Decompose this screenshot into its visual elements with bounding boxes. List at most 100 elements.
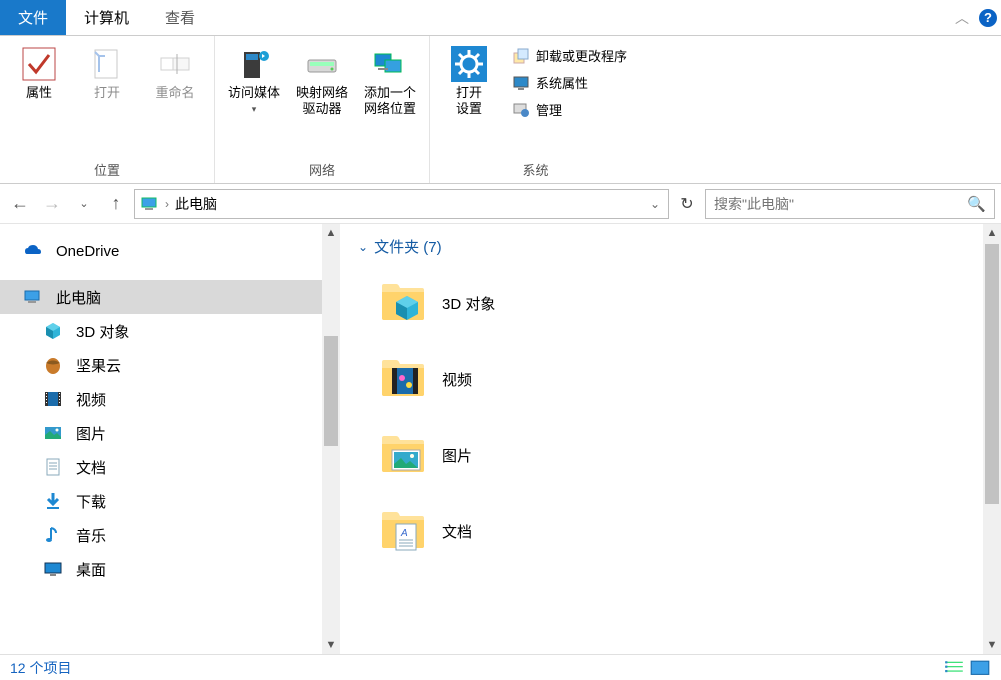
back-button[interactable]: ← xyxy=(6,190,34,218)
folder-item-cube[interactable]: 3D 对象 xyxy=(358,265,983,341)
scroll-up-icon[interactable]: ▲ xyxy=(983,224,1001,242)
folder-item-document[interactable]: A文档 xyxy=(358,493,983,569)
rename-button: 重命名 xyxy=(144,42,206,101)
folder-icon: A xyxy=(378,506,428,556)
navigation-tree: OneDrive 此电脑 3D 对象坚果云视频图片文档下载音乐桌面 ▲ ▼ xyxy=(0,224,340,654)
ribbon: 属性 打开 重命名 位置 访问媒体 xyxy=(0,36,1001,184)
item-count: 12 个项目 xyxy=(10,658,71,678)
tree-item-label: 音乐 xyxy=(76,525,106,546)
refresh-button[interactable]: ↻ xyxy=(673,190,701,218)
access-media-button[interactable]: 访问媒体 ▾ xyxy=(223,42,285,115)
tree-item-label: 图片 xyxy=(76,423,106,444)
manage-icon xyxy=(512,101,530,119)
document-icon xyxy=(42,456,64,478)
gear-icon xyxy=(451,46,487,82)
drive-icon xyxy=(304,46,340,82)
properties-button[interactable]: 属性 xyxy=(8,42,70,101)
scroll-up-icon[interactable]: ▲ xyxy=(322,224,340,242)
tree-item-download[interactable]: 下载 xyxy=(0,484,340,518)
scroll-down-icon[interactable]: ▼ xyxy=(322,636,340,654)
tab-view[interactable]: 查看 xyxy=(147,0,213,35)
up-button[interactable]: ↑ xyxy=(102,190,130,218)
navigation-bar: ← → ⌄ ↑ › 此电脑 ⌄ ↻ 🔍 xyxy=(0,184,1001,224)
add-network-location-button[interactable]: 添加一个 网络位置 xyxy=(359,42,421,118)
map-drive-button[interactable]: 映射网络 驱动器 xyxy=(291,42,353,118)
folder-item-picture[interactable]: 图片 xyxy=(358,417,983,493)
system-properties-button[interactable]: 系统属性 xyxy=(512,73,627,92)
chevron-right-icon[interactable]: › xyxy=(165,197,169,211)
tab-computer[interactable]: 计算机 xyxy=(66,0,147,35)
tree-item-onedrive[interactable]: OneDrive xyxy=(0,234,340,268)
large-icons-view-icon[interactable] xyxy=(969,659,991,677)
address-dropdown-icon[interactable]: ⌄ xyxy=(650,197,660,211)
collapse-ribbon-icon[interactable]: ︿ xyxy=(955,8,969,28)
tree-item-document[interactable]: 文档 xyxy=(0,450,340,484)
search-box[interactable]: 🔍 xyxy=(705,189,995,219)
group-label: 系统 xyxy=(523,160,549,179)
menu-tabs: 文件 计算机 查看 ︿ ? xyxy=(0,0,1001,36)
manage-button[interactable]: 管理 xyxy=(512,100,627,119)
open-icon xyxy=(89,46,125,82)
tree-item-label: 此电脑 xyxy=(56,287,101,308)
group-label: 网络 xyxy=(309,160,335,179)
ribbon-group-network: 访问媒体 ▾ 映射网络 驱动器 添加一个 网络位置 网络 xyxy=(215,36,430,183)
onedrive-icon xyxy=(22,240,44,262)
help-icon[interactable]: ? xyxy=(979,9,997,27)
folder-icon xyxy=(378,278,428,328)
ribbon-group-system: 打开 设置 卸载或更改程序 系统属性 xyxy=(430,36,641,183)
tree-item-label: 桌面 xyxy=(76,559,106,580)
tree-item-label: 文档 xyxy=(76,457,106,478)
tree-item-music[interactable]: 音乐 xyxy=(0,518,340,552)
dropdown-icon: ▾ xyxy=(252,104,257,115)
details-view-icon[interactable] xyxy=(943,659,965,677)
pc-icon xyxy=(22,286,44,308)
open-settings-button[interactable]: 打开 设置 xyxy=(438,42,500,118)
address-bar[interactable]: › 此电脑 ⌄ xyxy=(134,189,669,219)
search-icon: 🔍 xyxy=(967,195,986,213)
content-pane: ⌄ 文件夹 (7) 3D 对象视频图片A文档 ▲ ▼ xyxy=(340,224,1001,654)
folder-icon xyxy=(378,354,428,404)
open-button: 打开 xyxy=(76,42,138,101)
desktop-icon xyxy=(42,558,64,580)
scroll-down-icon[interactable]: ▼ xyxy=(983,636,1001,654)
tree-item-video[interactable]: 视频 xyxy=(0,382,340,416)
rename-icon xyxy=(157,46,193,82)
content-scrollbar[interactable]: ▲ ▼ xyxy=(983,224,1001,654)
music-icon xyxy=(42,524,64,546)
tree-item-label: 3D 对象 xyxy=(76,321,129,342)
status-bar: 12 个项目 xyxy=(0,654,1001,680)
uninstall-icon xyxy=(512,47,530,65)
cube-icon xyxy=(42,320,64,342)
tree-item-cube[interactable]: 3D 对象 xyxy=(0,314,340,348)
tree-item-nut[interactable]: 坚果云 xyxy=(0,348,340,382)
tab-file[interactable]: 文件 xyxy=(0,0,66,35)
nut-icon xyxy=(42,354,64,376)
video-icon xyxy=(42,388,64,410)
search-input[interactable] xyxy=(714,196,967,212)
chevron-down-icon: ⌄ xyxy=(358,240,368,254)
folder-label: 视频 xyxy=(442,369,472,390)
tree-item-label: OneDrive xyxy=(56,243,119,260)
svg-text:A: A xyxy=(400,528,408,539)
picture-icon xyxy=(42,422,64,444)
uninstall-programs-button[interactable]: 卸载或更改程序 xyxy=(512,46,627,65)
folder-label: 3D 对象 xyxy=(442,293,495,314)
monitor-icon xyxy=(512,74,530,92)
folder-item-video[interactable]: 视频 xyxy=(358,341,983,417)
address-text: 此电脑 xyxy=(175,194,644,214)
main-area: OneDrive 此电脑 3D 对象坚果云视频图片文档下载音乐桌面 ▲ ▼ ⌄ 文件… xyxy=(0,224,1001,654)
group-label: 位置 xyxy=(94,160,120,179)
folders-group-header[interactable]: ⌄ 文件夹 (7) xyxy=(358,236,983,257)
scroll-thumb[interactable] xyxy=(324,336,338,446)
forward-button: → xyxy=(38,190,66,218)
scroll-thumb[interactable] xyxy=(985,244,999,504)
tree-item-label: 视频 xyxy=(76,389,106,410)
sidebar-scrollbar[interactable]: ▲ ▼ xyxy=(322,224,340,654)
folder-icon xyxy=(378,430,428,480)
history-dropdown[interactable]: ⌄ xyxy=(70,190,98,218)
tree-item-desktop[interactable]: 桌面 xyxy=(0,552,340,586)
tree-item-label: 坚果云 xyxy=(76,355,121,376)
network-location-icon xyxy=(372,46,408,82)
tree-item-picture[interactable]: 图片 xyxy=(0,416,340,450)
tree-item-pc[interactable]: 此电脑 xyxy=(0,280,340,314)
